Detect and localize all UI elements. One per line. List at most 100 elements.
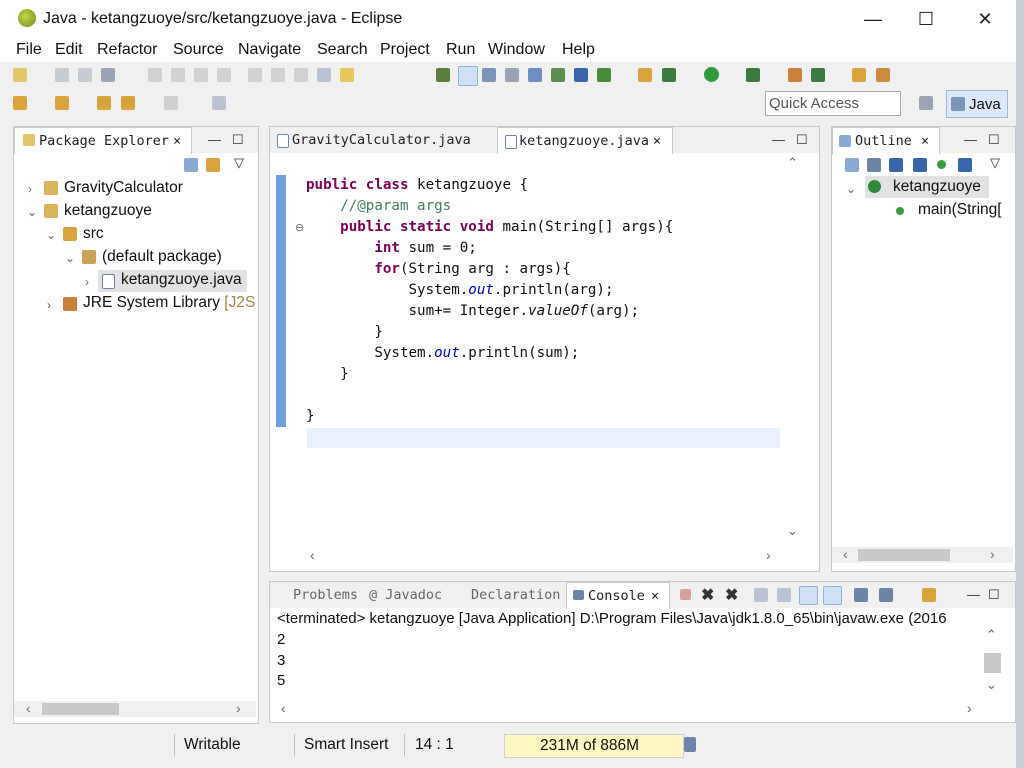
- remove-launch-icon[interactable]: ✖: [701, 585, 714, 605]
- hide-fields-icon[interactable]: [889, 158, 903, 172]
- fold-icon[interactable]: ⊖: [295, 221, 304, 234]
- drop-to-frame-icon[interactable]: [317, 68, 331, 82]
- next-edit-icon[interactable]: [13, 96, 27, 110]
- menu-help[interactable]: Help: [562, 41, 595, 59]
- chevron-down-icon[interactable]: ⌄: [27, 205, 37, 219]
- save-all-icon[interactable]: [78, 68, 92, 82]
- next-annotation-icon[interactable]: [528, 68, 542, 82]
- skip-breakpoints-icon[interactable]: [574, 68, 588, 82]
- link-with-editor-icon[interactable]: [206, 158, 220, 172]
- close-tab-icon[interactable]: ×: [653, 133, 661, 149]
- menu-file[interactable]: File: [16, 41, 42, 59]
- menu-refactor[interactable]: Refactor: [97, 41, 157, 59]
- display-console-icon[interactable]: [879, 588, 893, 602]
- tab-ketangzuoye-java[interactable]: ketangzuoye.java ×: [497, 127, 673, 154]
- menu-edit[interactable]: Edit: [55, 41, 83, 59]
- pin-editor-icon[interactable]: [212, 96, 226, 110]
- code-line-1[interactable]: public class ketangzuoye {: [306, 177, 528, 193]
- hide-local-types-icon[interactable]: [958, 158, 972, 172]
- chevron-down-icon[interactable]: ⌄: [65, 251, 75, 265]
- chevron-down-icon[interactable]: ⌄: [846, 182, 856, 196]
- resume-icon[interactable]: [148, 68, 162, 82]
- coverage-icon[interactable]: [746, 68, 760, 82]
- terminate-icon[interactable]: [194, 68, 208, 82]
- tab-problems[interactable]: Problems: [274, 582, 366, 608]
- code-line-10[interactable]: }: [306, 366, 349, 382]
- pin-console-icon[interactable]: [854, 588, 868, 602]
- maximize-view-icon[interactable]: ☐: [988, 132, 1000, 148]
- tree-item-src[interactable]: src: [83, 225, 104, 243]
- code-line-5[interactable]: for(String arg : args){: [306, 261, 570, 277]
- tree-item-ketangzuoye-java[interactable]: ketangzuoye.java: [121, 271, 242, 289]
- code-line-12[interactable]: }: [306, 408, 315, 424]
- back-icon[interactable]: [121, 96, 135, 110]
- tree-item-gravitycalculator[interactable]: GravityCalculator: [64, 179, 183, 197]
- tab-gravitycalculator-java[interactable]: GravityCalculator.java: [270, 127, 496, 153]
- open-type-icon[interactable]: [852, 68, 866, 82]
- show-whitespace-icon[interactable]: [505, 68, 519, 82]
- forward-icon[interactable]: [164, 96, 178, 110]
- chevron-right-icon[interactable]: ›: [47, 298, 51, 312]
- scroll-down-icon[interactable]: ⌄: [787, 523, 798, 539]
- disconnect-icon[interactable]: [217, 68, 231, 82]
- open-perspective-icon[interactable]: [919, 96, 933, 110]
- external-tools-icon[interactable]: [788, 68, 802, 82]
- tree-item-default-package[interactable]: (default package): [102, 248, 222, 266]
- heap-status[interactable]: 231M of 886M: [504, 734, 684, 758]
- scroll-left-icon[interactable]: ‹: [26, 700, 31, 716]
- outline-item-class[interactable]: ketangzuoye: [893, 178, 981, 196]
- new-java-project-icon[interactable]: [811, 68, 825, 82]
- maximize-button[interactable]: ☐: [906, 6, 946, 32]
- new-server-icon[interactable]: [638, 68, 652, 82]
- code-line-3[interactable]: public static void main(String[] args){: [306, 219, 673, 235]
- show-on-output-icon[interactable]: [799, 586, 818, 605]
- code-line-9[interactable]: System.out.println(sum);: [306, 345, 579, 361]
- code-line-8[interactable]: }: [306, 324, 383, 340]
- code-line-2[interactable]: //@param args: [306, 198, 451, 214]
- tab-console[interactable]: Console ×: [566, 582, 670, 609]
- tree-item-ketangzuoye[interactable]: ketangzuoye: [64, 202, 152, 220]
- debug-icon[interactable]: [662, 68, 676, 82]
- scroll-thumb[interactable]: [858, 549, 950, 561]
- menu-search[interactable]: Search: [317, 41, 368, 59]
- prev-annotation-icon[interactable]: [551, 68, 565, 82]
- console-vscroll-thumb[interactable]: [984, 653, 1001, 673]
- menu-source[interactable]: Source: [173, 41, 224, 59]
- run-icon[interactable]: [704, 67, 719, 82]
- menu-navigate[interactable]: Navigate: [238, 41, 301, 59]
- tab-declaration[interactable]: Declaration: [452, 582, 564, 608]
- block-selection-icon[interactable]: [482, 68, 496, 82]
- hide-static-icon[interactable]: [913, 158, 927, 172]
- scroll-down-icon[interactable]: ⌄: [986, 677, 997, 693]
- trash-icon[interactable]: [684, 737, 696, 752]
- scroll-right-icon[interactable]: ›: [766, 547, 771, 563]
- minimize-view-icon[interactable]: —: [967, 587, 980, 602]
- scroll-left-icon[interactable]: ‹: [281, 700, 286, 716]
- code-line-4[interactable]: int sum = 0;: [306, 240, 477, 256]
- tab-javadoc[interactable]: @ Javadoc: [368, 582, 448, 608]
- close-tab-icon[interactable]: ×: [921, 133, 929, 149]
- use-step-filters-icon[interactable]: [340, 68, 354, 82]
- view-menu-icon[interactable]: ▽: [990, 155, 1000, 171]
- scroll-up-icon[interactable]: ⌃: [986, 627, 997, 643]
- close-tab-icon[interactable]: ×: [173, 133, 181, 149]
- outline-hscroll[interactable]: ‹ ›: [832, 546, 1013, 563]
- scroll-left-icon[interactable]: ‹: [310, 547, 315, 563]
- maximize-view-icon[interactable]: ☐: [988, 587, 1000, 603]
- code-line-7[interactable]: sum+= Integer.valueOf(arg);: [306, 303, 639, 319]
- chevron-down-icon[interactable]: ⌄: [46, 228, 56, 242]
- code-line-6[interactable]: System.out.println(arg);: [306, 282, 613, 298]
- menu-run[interactable]: Run: [446, 41, 475, 59]
- minimize-view-icon[interactable]: —: [964, 132, 977, 147]
- package-explorer-hscroll[interactable]: ‹ ›: [14, 700, 256, 717]
- save-icon[interactable]: [55, 68, 69, 82]
- mark-occurrences-icon[interactable]: [458, 66, 478, 86]
- prev-edit-icon[interactable]: [55, 96, 69, 110]
- remove-all-icon[interactable]: ✖: [725, 585, 738, 605]
- search-icon[interactable]: [876, 68, 890, 82]
- outline-item-main[interactable]: main(String[: [918, 201, 1002, 219]
- new-icon[interactable]: [13, 68, 27, 82]
- show-on-error-icon[interactable]: [823, 586, 842, 605]
- step-over-icon[interactable]: [271, 68, 285, 82]
- view-menu-icon[interactable]: ▽: [234, 155, 244, 171]
